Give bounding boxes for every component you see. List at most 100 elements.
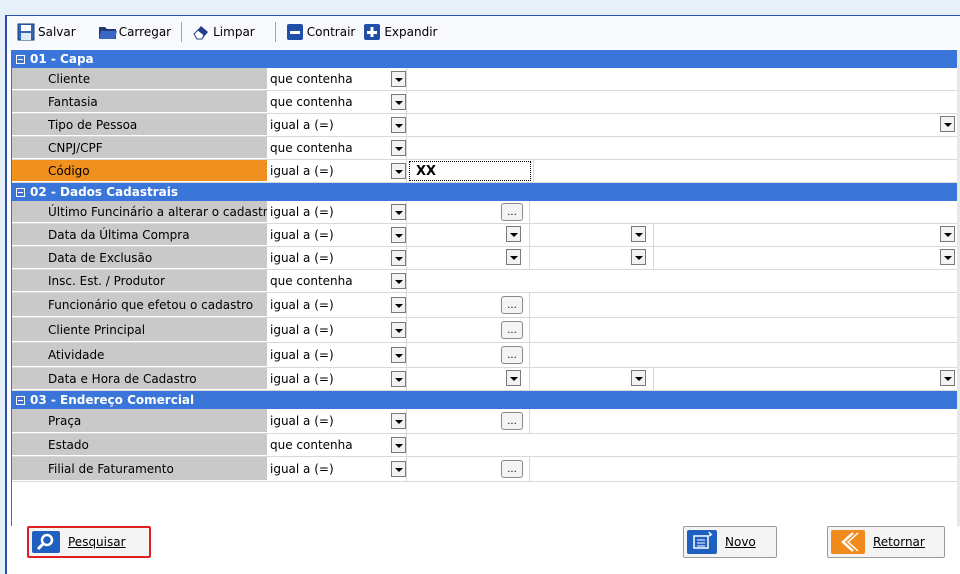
chevron-down-icon[interactable] — [391, 413, 406, 429]
chevron-down-icon[interactable] — [391, 94, 406, 110]
operator-value: que contenha — [270, 95, 353, 109]
operator-select[interactable]: que contenha — [268, 137, 406, 159]
ellipsis-icon[interactable]: ... — [501, 346, 523, 364]
chevron-down-icon[interactable] — [391, 322, 406, 338]
date-start-dropdown[interactable] — [506, 249, 521, 265]
date-end-dropdown[interactable] — [940, 249, 955, 265]
chevron-down-icon[interactable] — [940, 370, 955, 386]
chevron-down-icon[interactable] — [391, 204, 406, 220]
operator-select[interactable]: que contenha — [268, 91, 406, 113]
operator-select[interactable]: igual a (=) — [268, 368, 406, 390]
value-field[interactable] — [406, 68, 957, 90]
chevron-down-icon[interactable] — [631, 226, 646, 242]
value-field[interactable]: ... — [406, 318, 957, 342]
collapse-section-icon[interactable] — [16, 187, 25, 197]
operator-select[interactable]: igual a (=) — [268, 224, 406, 246]
chevron-down-icon[interactable] — [940, 226, 955, 242]
load-button[interactable]: Carregar — [94, 20, 175, 44]
lookup-button[interactable]: ... — [501, 412, 523, 430]
operator-select[interactable]: igual a (=) — [268, 114, 406, 136]
operator-select[interactable]: igual a (=) — [268, 247, 406, 269]
operator-select[interactable]: igual a (=) — [268, 457, 406, 481]
chevron-down-icon[interactable] — [391, 371, 406, 387]
operator-select[interactable]: igual a (=) — [268, 293, 406, 317]
chevron-down-icon[interactable] — [391, 437, 406, 453]
clear-button[interactable]: Limpar — [188, 20, 259, 44]
value-field[interactable] — [406, 270, 957, 292]
chevron-down-icon[interactable] — [631, 370, 646, 386]
chevron-down-icon[interactable] — [940, 249, 955, 265]
date-range-field[interactable] — [406, 368, 957, 390]
code-input[interactable]: XX — [409, 161, 531, 181]
lookup-button[interactable]: ... — [501, 321, 523, 339]
operator-select[interactable]: igual a (=) — [268, 409, 406, 433]
date-end-dropdown[interactable] — [940, 370, 955, 386]
ellipsis-icon[interactable]: ... — [501, 460, 523, 478]
new-document-icon — [687, 530, 717, 554]
chevron-down-icon[interactable] — [391, 140, 406, 156]
chevron-down-icon[interactable] — [391, 461, 406, 477]
value-field[interactable]: ... — [406, 293, 957, 317]
column-divider — [653, 224, 654, 246]
operator-select[interactable]: igual a (=) — [268, 201, 406, 223]
time-start-dropdown[interactable] — [631, 226, 646, 242]
date-range-field[interactable] — [406, 224, 957, 246]
filter-grid: 01 - Capa Cliente que contenha Fantasia … — [11, 50, 957, 526]
value-field[interactable] — [406, 434, 957, 456]
chevron-down-icon[interactable] — [391, 297, 406, 313]
ellipsis-icon[interactable]: ... — [501, 296, 523, 314]
operator-select[interactable]: igual a (=) — [268, 343, 406, 367]
chevron-down-icon[interactable] — [391, 71, 406, 87]
value-field[interactable]: ... — [406, 201, 957, 223]
collapse-section-icon[interactable] — [16, 395, 25, 405]
chevron-down-icon[interactable] — [506, 249, 521, 265]
back-button[interactable]: Retornar — [827, 526, 945, 558]
time-start-dropdown[interactable] — [631, 370, 646, 386]
operator-select[interactable]: que contenha — [268, 270, 406, 292]
collapse-button[interactable]: Contrair — [282, 20, 360, 44]
operator-select[interactable]: igual a (=) — [268, 318, 406, 342]
chevron-down-icon[interactable] — [506, 226, 521, 242]
date-start-dropdown[interactable] — [506, 370, 521, 386]
time-start-dropdown[interactable] — [631, 249, 646, 265]
ellipsis-icon[interactable]: ... — [501, 321, 523, 339]
lookup-button[interactable]: ... — [501, 346, 523, 364]
date-range-field[interactable] — [406, 247, 957, 269]
chevron-down-icon[interactable] — [391, 117, 406, 133]
value-field[interactable]: ... — [406, 457, 957, 481]
value-dropdown[interactable] — [940, 116, 955, 132]
lookup-button[interactable]: ... — [501, 460, 523, 478]
search-button[interactable]: Pesquisar — [27, 526, 151, 558]
save-button[interactable]: Salvar — [13, 20, 80, 44]
ellipsis-icon[interactable]: ... — [501, 412, 523, 430]
date-end-dropdown[interactable] — [940, 226, 955, 242]
section-header-endereco-comercial[interactable]: 03 - Endereço Comercial — [12, 391, 957, 409]
section-header-capa[interactable]: 01 - Capa — [12, 50, 957, 68]
operator-select[interactable]: igual a (=) — [268, 160, 406, 182]
value-field[interactable]: ... — [406, 409, 957, 433]
ellipsis-icon[interactable]: ... — [501, 203, 523, 221]
operator-select[interactable]: que contenha — [268, 434, 406, 456]
chevron-down-icon[interactable] — [940, 116, 955, 132]
value-field[interactable] — [406, 137, 957, 159]
operator-select[interactable]: que contenha — [268, 68, 406, 90]
value-field[interactable]: XX — [406, 160, 957, 182]
new-button[interactable]: Novo — [683, 526, 777, 558]
lookup-button[interactable]: ... — [501, 203, 523, 221]
chevron-down-icon[interactable] — [391, 227, 406, 243]
value-field[interactable]: ... — [406, 343, 957, 367]
collapse-section-icon[interactable] — [16, 54, 25, 64]
chevron-down-icon[interactable] — [391, 250, 406, 266]
chevron-down-icon[interactable] — [391, 273, 406, 289]
filter-row-data-hora-cadastro: Data e Hora de Cadastro igual a (=) — [12, 368, 957, 391]
value-select[interactable] — [406, 114, 957, 136]
section-header-dados-cadastrais[interactable]: 02 - Dados Cadastrais — [12, 183, 957, 201]
chevron-down-icon[interactable] — [631, 249, 646, 265]
expand-button[interactable]: Expandir — [359, 20, 441, 44]
date-start-dropdown[interactable] — [506, 226, 521, 242]
chevron-down-icon[interactable] — [391, 347, 406, 363]
lookup-button[interactable]: ... — [501, 296, 523, 314]
chevron-down-icon[interactable] — [391, 163, 406, 179]
chevron-down-icon[interactable] — [506, 370, 521, 386]
value-field[interactable] — [406, 91, 957, 113]
